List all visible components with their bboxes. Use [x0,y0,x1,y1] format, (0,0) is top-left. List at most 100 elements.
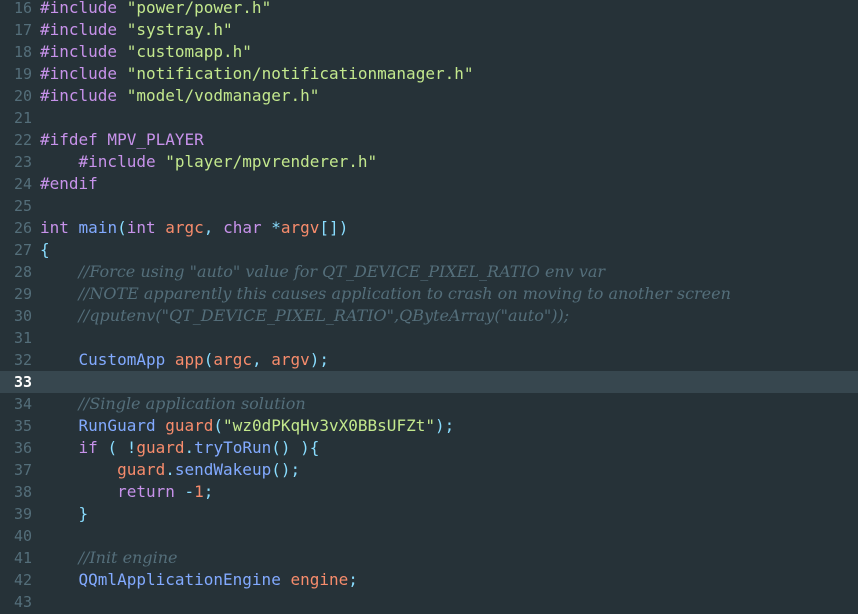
code-line-38[interactable]: 38 return -1; [0,481,858,503]
token-comment: //qputenv("QT_DEVICE_PIXEL_RATIO",QByteA… [78,306,570,325]
token-punct: ); [434,416,455,435]
token-punct: ( [203,350,214,369]
code-text[interactable]: { [40,239,50,261]
token-punct: ; [348,570,358,589]
code-line-34[interactable]: 34 //Single application solution [0,393,858,415]
token-punct: ); [309,350,330,369]
line-number: 31 [13,329,32,347]
line-number: 26 [13,219,32,237]
code-line-35[interactable]: 35 RunGuard guard("wz0dPKqHv3vX0BBsUFZt"… [0,415,858,437]
code-line-23[interactable]: 23 #include "player/mpvrenderer.h" [0,151,858,173]
line-number: 43 [13,593,32,611]
current-code-line[interactable]: 33 [0,371,858,393]
code-text[interactable]: #include "model/vodmanager.h" [40,85,319,107]
code-line-27[interactable]: 27 { [0,239,858,261]
token-punct: ( [213,416,224,435]
code-text[interactable]: RunGuard guard("wz0dPKqHv3vX0BBsUFZt"); [40,415,455,437]
code-line-30[interactable]: 30 //qputenv("QT_DEVICE_PIXEL_RATIO",QBy… [0,305,858,327]
token-punct: ){ [300,438,320,457]
token-punct: } [78,504,89,523]
code-text[interactable]: return -1; [40,481,213,503]
code-line-31[interactable]: 31 [0,327,858,349]
code-text[interactable]: if ( !guard.tryToRun() ){ [40,437,320,459]
code-line-21[interactable]: 21 [0,107,858,129]
token-operator: * [271,218,281,237]
code-text[interactable]: #include "power/power.h" [40,0,271,19]
token-func: main [78,218,118,237]
token-punct: { [40,240,50,259]
code-text[interactable]: #include "notification/notificationmanag… [40,63,473,85]
code-text[interactable]: //NOTE apparently this causes applicatio… [40,283,731,305]
token-var: argv [280,218,320,237]
line-number: 34 [13,395,32,413]
code-line-25[interactable]: 25 [0,195,858,217]
code-text[interactable]: #include "player/mpvrenderer.h" [40,151,378,173]
token-type: CustomApp [78,350,166,369]
code-text[interactable]: //Init engine [40,547,178,569]
code-line-42[interactable]: 42 QQmlApplicationEngine engine; [0,569,858,591]
code-line-17[interactable]: 17 #include "systray.h" [0,19,858,41]
token-var: argv [271,350,310,369]
line-number: 19 [13,65,32,83]
code-text[interactable]: #include "systray.h" [40,19,233,41]
code-line-16[interactable]: 16 #include "power/power.h" [0,0,858,19]
code-text[interactable]: guard.sendWakeup(); [40,459,300,481]
code-line-43[interactable]: 43 [0,591,858,613]
token-comment: //Single application solution [78,394,306,413]
code-line-29[interactable]: 29 //NOTE apparently this causes applica… [0,283,858,305]
token-var: engine [290,570,349,589]
token-macro: #include [40,86,118,105]
line-number: 41 [13,549,32,567]
code-text[interactable]: QQmlApplicationEngine engine; [40,569,358,591]
code-text[interactable]: CustomApp app(argc, argv); [40,349,330,371]
code-line-26[interactable]: 26 int main(int argc, char *argv[]) [0,217,858,239]
code-line-39[interactable]: 39 } [0,503,858,525]
token-comment: //Init engine [78,548,178,567]
code-text[interactable]: #ifdef MPV_PLAYER [40,129,204,151]
line-number: 29 [13,285,32,303]
code-line-18[interactable]: 18 #include "customapp.h" [0,41,858,63]
token-keyword: int [126,218,156,237]
code-line-40[interactable]: 40 [0,525,858,547]
token-operator: ! [126,438,137,457]
code-text[interactable]: } [40,503,89,525]
code-text[interactable]: //Force using "auto" value for QT_DEVICE… [40,261,606,283]
token-punct: () [271,438,291,457]
code-text[interactable]: int main(int argc, char *argv[]) [40,217,348,239]
line-number: 28 [13,263,32,281]
code-line-32[interactable]: 32 CustomApp app(argc, argv); [0,349,858,371]
code-text[interactable]: //qputenv("QT_DEVICE_PIXEL_RATIO",QByteA… [40,305,570,327]
code-editor[interactable]: 16 #include "power/power.h" 17 #include "sy… [0,0,858,613]
code-text[interactable]: //Single application solution [40,393,306,415]
code-line-41[interactable]: 41 //Init engine [0,547,858,569]
code-line-19[interactable]: 19 #include "notification/notificationman… [0,63,858,85]
code-text[interactable]: #endif [40,173,98,195]
line-number: 22 [13,131,32,149]
token-keyword: char [223,218,262,237]
code-line-22[interactable]: 22 #ifdef MPV_PLAYER [0,129,858,151]
code-line-37[interactable]: 37 guard.sendWakeup(); [0,459,858,481]
line-number: 33 [13,373,32,391]
token-punct: . [165,460,175,479]
token-punct: ; [203,482,214,501]
line-number: 25 [13,197,32,215]
token-keyword: int [40,218,69,237]
code-line-28[interactable]: 28 //Force using "auto" value for QT_DEV… [0,261,858,283]
code-line-20[interactable]: 20 #include "model/vodmanager.h" [0,85,858,107]
line-number: 37 [13,461,32,479]
code-text[interactable]: #include "customapp.h" [40,41,252,63]
token-string: "customapp.h" [126,42,252,61]
code-line-36[interactable]: 36 if ( !guard.tryToRun() ){ [0,437,858,459]
code-line-24[interactable]: 24 #endif [0,173,858,195]
